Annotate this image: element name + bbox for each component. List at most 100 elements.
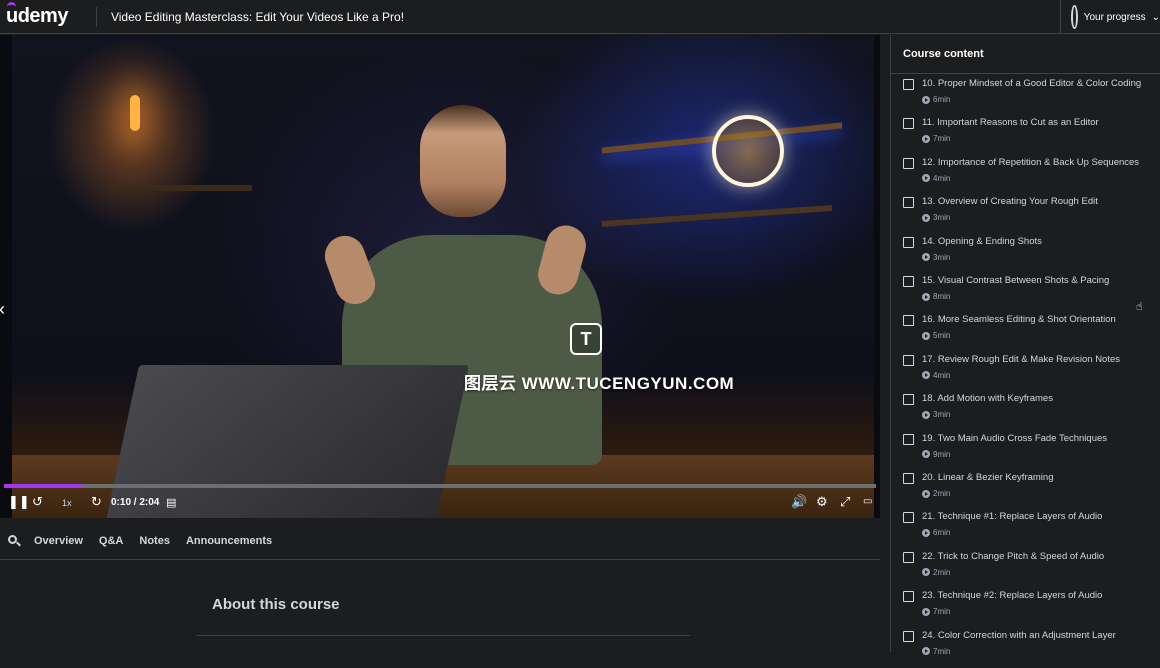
- shelf: [112, 185, 252, 191]
- volume-icon[interactable]: 🔊: [791, 494, 807, 510]
- playback-rate-button[interactable]: 1x: [62, 498, 72, 508]
- captions-icon[interactable]: ▭: [863, 496, 872, 507]
- video-player[interactable]: T 图层云 WWW.TUCENGYUN.COM ‹: [0, 35, 880, 518]
- chevron-left-icon[interactable]: ‹: [0, 299, 5, 320]
- lesson-item[interactable]: 23. Technique #2: Replace Layers of Audi…: [891, 589, 1160, 628]
- lesson-item[interactable]: 19. Two Main Audio Cross Fade Techniques…: [891, 432, 1160, 471]
- udemy-logo[interactable]: udemy: [6, 2, 68, 28]
- ring-light: [712, 115, 784, 187]
- lesson-title: 18. Add Motion with Keyframes: [922, 393, 1053, 405]
- play-circle-icon: [922, 528, 930, 537]
- lesson-checkbox[interactable]: [903, 473, 914, 484]
- lesson-item[interactable]: 10. Proper Mindset of a Good Editor & Co…: [891, 77, 1160, 116]
- course-tabs: Overview Q&A Notes Announcements: [0, 522, 880, 560]
- lesson-duration: 2min: [922, 568, 950, 577]
- lesson-duration: 6min: [922, 95, 950, 104]
- play-circle-icon: [922, 371, 930, 380]
- lesson-checkbox[interactable]: [903, 591, 914, 603]
- lesson-item[interactable]: 15. Visual Contrast Between Shots & Paci…: [891, 274, 1160, 313]
- notes-icon[interactable]: ▤: [166, 496, 176, 509]
- fullscreen-icon[interactable]: ⤢: [840, 494, 850, 510]
- lesson-title: 15. Visual Contrast Between Shots & Paci…: [922, 275, 1110, 286]
- lesson-title: 21. Technique #1: Replace Layers of Audi…: [922, 511, 1103, 523]
- lamp-glow: [130, 95, 140, 131]
- lesson-checkbox[interactable]: [903, 79, 914, 90]
- player-controls: ❚❚ ↺ 1x ↻ 0:10 / 2:04 ▤ 🔊 ⚙ ⤢ ▭: [0, 484, 880, 518]
- about-divider: [196, 635, 690, 636]
- shelf: [602, 204, 832, 228]
- lesson-duration: 4min: [922, 174, 950, 183]
- tab-announcements[interactable]: Announcements: [186, 535, 272, 547]
- play-circle-icon: [922, 410, 930, 419]
- lesson-duration: 7min: [922, 134, 950, 143]
- pause-icon[interactable]: ❚❚: [8, 494, 30, 510]
- lesson-item[interactable]: 14. Opening & Ending Shots 3min: [891, 235, 1160, 274]
- progress-ring-icon: [1071, 5, 1078, 29]
- lesson-item[interactable]: 16. More Seamless Editing & Shot Orienta…: [891, 313, 1160, 352]
- course-title[interactable]: Video Editing Masterclass: Edit Your Vid…: [111, 10, 404, 24]
- lesson-checkbox[interactable]: [903, 551, 914, 563]
- lesson-checkbox[interactable]: [903, 630, 914, 642]
- lesson-item[interactable]: 18. Add Motion with Keyframes 3min: [891, 392, 1160, 431]
- lesson-duration: 3min: [922, 213, 950, 222]
- lesson-checkbox[interactable]: [903, 433, 914, 445]
- watermark-text: 图层云 WWW.TUCENGYUN.COM: [464, 374, 735, 393]
- lesson-duration: 9min: [922, 450, 950, 459]
- play-circle-icon: [922, 489, 930, 498]
- sidebar-title: Course content: [891, 35, 1160, 74]
- tab-qa[interactable]: Q&A: [99, 535, 123, 547]
- play-circle-icon: [922, 647, 930, 656]
- forward-icon[interactable]: ↻: [91, 494, 102, 510]
- lesson-checkbox[interactable]: [903, 276, 914, 287]
- lesson-checkbox[interactable]: [903, 157, 914, 169]
- lesson-duration: 3min: [922, 253, 950, 262]
- logo-accent: [7, 2, 16, 7]
- lesson-title: 13. Overview of Creating Your Rough Edit: [922, 196, 1098, 208]
- play-circle-icon: [922, 95, 930, 104]
- lesson-title: 16. More Seamless Editing & Shot Orienta…: [922, 314, 1116, 326]
- lesson-item[interactable]: 13. Overview of Creating Your Rough Edit…: [891, 195, 1160, 234]
- top-bar: udemy Video Editing Masterclass: Edit Yo…: [0, 0, 1160, 34]
- your-progress-button[interactable]: Your progress ⌄: [1060, 0, 1160, 34]
- course-content-sidebar: Course content 10. Proper Mindset of a G…: [890, 35, 1160, 656]
- lesson-checkbox[interactable]: [903, 512, 914, 524]
- about-heading: About this course: [212, 596, 340, 613]
- lesson-checkbox[interactable]: [903, 118, 914, 130]
- rewind-icon[interactable]: ↺: [32, 494, 43, 510]
- play-circle-icon: [922, 253, 930, 262]
- time-display: 0:10 / 2:04: [111, 497, 160, 508]
- lesson-item[interactable]: 11. Important Reasons to Cut as an Edito…: [891, 116, 1160, 155]
- lesson-checkbox[interactable]: [903, 394, 914, 406]
- tab-overview[interactable]: Overview: [34, 535, 83, 547]
- lesson-duration: 5min: [922, 331, 950, 340]
- lesson-checkbox[interactable]: [903, 354, 914, 366]
- lesson-title: 11. Important Reasons to Cut as an Edito…: [922, 117, 1099, 129]
- lesson-checkbox[interactable]: [903, 197, 914, 209]
- lesson-item[interactable]: 17. Review Rough Edit & Make Revision No…: [891, 353, 1160, 392]
- lesson-item[interactable]: 21. Technique #1: Replace Layers of Audi…: [891, 510, 1160, 549]
- watermark-badge: T: [570, 323, 602, 355]
- lesson-duration: 6min: [922, 528, 950, 537]
- lesson-title: 19. Two Main Audio Cross Fade Techniques: [922, 432, 1108, 444]
- play-circle-icon: [922, 607, 930, 616]
- lesson-duration: 4min: [922, 371, 950, 380]
- progress-track[interactable]: [4, 484, 876, 488]
- presenter-head: [420, 105, 506, 217]
- lesson-duration: 7min: [922, 647, 950, 656]
- lesson-item[interactable]: 20. Linear & Bezier Keyframing 2min: [891, 471, 1160, 510]
- lesson-checkbox[interactable]: [903, 236, 914, 248]
- play-circle-icon: [922, 134, 930, 143]
- tab-notes[interactable]: Notes: [139, 535, 170, 547]
- lesson-item[interactable]: 12. Importance of Repetition & Back Up S…: [891, 156, 1160, 195]
- lesson-title: 14. Opening & Ending Shots: [922, 235, 1042, 247]
- lesson-duration: 7min: [922, 607, 950, 616]
- search-icon[interactable]: [8, 534, 21, 547]
- lesson-duration: 8min: [922, 292, 950, 301]
- settings-icon[interactable]: ⚙: [816, 494, 828, 510]
- lesson-item[interactable]: 24. Color Correction with an Adjustment …: [891, 629, 1160, 668]
- play-circle-icon: [922, 568, 930, 577]
- lesson-item[interactable]: 22. Trick to Change Pitch & Speed of Aud…: [891, 550, 1160, 589]
- lesson-title: 12. Importance of Repetition & Back Up S…: [922, 156, 1140, 168]
- lesson-checkbox[interactable]: [903, 315, 914, 327]
- chevron-down-icon: ⌄: [1151, 11, 1160, 23]
